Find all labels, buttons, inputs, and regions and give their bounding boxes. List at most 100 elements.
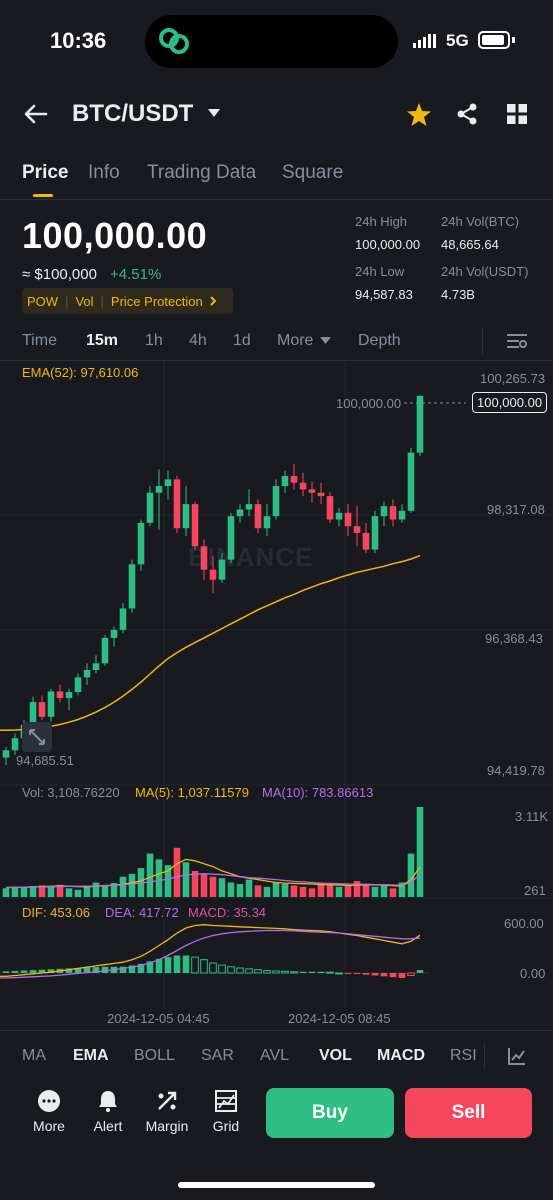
- price-axis-4: 94,419.78: [487, 763, 545, 778]
- buy-button[interactable]: Buy: [266, 1088, 394, 1138]
- candle: [47, 691, 55, 717]
- volume-bar: [11, 886, 19, 897]
- volume-bar: [2, 888, 10, 897]
- more-action[interactable]: More: [24, 1090, 74, 1134]
- tf-separator: [482, 328, 483, 354]
- share-icon[interactable]: [456, 103, 478, 125]
- pair-title[interactable]: BTC/USDT: [72, 100, 193, 128]
- last-price: 100,000.00: [22, 215, 208, 256]
- macd-bar: [191, 956, 199, 974]
- tab-info[interactable]: Info: [88, 162, 120, 184]
- app-link-icon: [159, 28, 189, 54]
- candle: [371, 516, 379, 550]
- candle: [299, 482, 307, 490]
- vol-btc-value: 48,665.64: [441, 237, 499, 252]
- macd-bar: [245, 968, 253, 974]
- macd-bar: [209, 962, 217, 974]
- volume-bar: [74, 889, 82, 897]
- macd-bar: [227, 966, 235, 974]
- macd-bar: [272, 970, 280, 974]
- kline-chart[interactable]: BINANCE: [0, 361, 553, 1030]
- volume-bar: [335, 886, 343, 897]
- battery-icon: [478, 31, 510, 49]
- expand-icon: [29, 729, 45, 745]
- ind-macd[interactable]: MACD: [377, 1047, 425, 1065]
- candle: [38, 702, 46, 717]
- tf-time[interactable]: Time: [22, 332, 57, 350]
- macd-bar: [416, 970, 424, 973]
- macd-bar: [200, 959, 208, 974]
- volume-bar: [119, 876, 127, 897]
- macd-bar: [380, 973, 388, 977]
- tf-depth[interactable]: Depth: [358, 332, 401, 350]
- macd-bar: [326, 971, 334, 974]
- candle: [209, 569, 217, 580]
- back-arrow-icon[interactable]: [24, 104, 48, 124]
- tf-15m[interactable]: 15m: [86, 332, 118, 350]
- signal-icon: [413, 34, 436, 48]
- macd-bar: [281, 970, 289, 974]
- volume-bar: [218, 878, 226, 897]
- tf-more[interactable]: More: [277, 332, 313, 350]
- sell-button[interactable]: Sell: [405, 1088, 532, 1138]
- macd-bar: [20, 970, 28, 973]
- macd-bar: [362, 973, 370, 975]
- ind-boll[interactable]: BOLL: [134, 1047, 175, 1065]
- tag-badges[interactable]: POW | Vol | Price Protection: [22, 288, 233, 314]
- ind-vol[interactable]: VOL: [319, 1047, 352, 1065]
- macd-bar: [101, 966, 109, 973]
- home-indicator: [178, 1182, 375, 1188]
- ema-line: [0, 554, 421, 731]
- dropdown-caret-icon[interactable]: [208, 109, 220, 117]
- expand-chart-button[interactable]: [22, 722, 52, 752]
- usd-value: ≈ $100,000: [22, 266, 97, 283]
- grid-icon[interactable]: [507, 104, 527, 124]
- ind-ema[interactable]: EMA: [73, 1047, 109, 1065]
- last-price-tag[interactable]: 100,000.00: [472, 392, 548, 413]
- macd-label: MACD: 35.34: [188, 905, 267, 920]
- volume-bar: [155, 859, 163, 897]
- candle: [308, 489, 316, 493]
- grid-action[interactable]: Grid: [201, 1090, 251, 1134]
- more-icon: [38, 1090, 60, 1112]
- volume-bar: [200, 873, 208, 897]
- time-axis-1: 2024-12-05 04:45: [107, 1011, 210, 1026]
- high-label: 24h High: [355, 214, 408, 229]
- candle: [362, 532, 370, 550]
- price-change: +4.51%: [110, 266, 162, 283]
- tab-price[interactable]: Price: [22, 162, 68, 184]
- ind-sar[interactable]: SAR: [201, 1047, 234, 1065]
- volume-bar: [146, 853, 154, 897]
- candle: [11, 738, 19, 751]
- candle: [218, 559, 226, 580]
- chart-settings-icon[interactable]: [507, 333, 527, 349]
- tf-1d[interactable]: 1d: [233, 332, 251, 350]
- indicator-settings-icon[interactable]: [508, 1047, 526, 1065]
- candle: [236, 509, 244, 517]
- volume-bar: [227, 882, 235, 897]
- tf-4h[interactable]: 4h: [189, 332, 207, 350]
- volume-bar: [416, 807, 424, 897]
- margin-action[interactable]: Margin: [142, 1090, 192, 1134]
- grid-label: Grid: [212, 1118, 240, 1134]
- volume-bar: [92, 882, 100, 897]
- ind-ma[interactable]: MA: [22, 1047, 46, 1065]
- more-caret-icon: [320, 337, 331, 344]
- macd-bar: [299, 971, 307, 973]
- ind-rsi[interactable]: RSI: [450, 1047, 477, 1065]
- battery-tip: [512, 37, 515, 43]
- ind-avl[interactable]: AVL: [260, 1047, 289, 1065]
- tf-1h[interactable]: 1h: [145, 332, 163, 350]
- alert-action[interactable]: Alert: [83, 1090, 133, 1134]
- vol-usdt-label: 24h Vol(USDT): [441, 264, 529, 279]
- tag-price-protection: Price Protection: [110, 293, 203, 309]
- volume-bar: [362, 883, 370, 897]
- tab-trading-data[interactable]: Trading Data: [147, 162, 256, 184]
- candle: [65, 692, 73, 699]
- star-icon[interactable]: [407, 103, 431, 126]
- tab-square[interactable]: Square: [282, 162, 343, 184]
- volume-bar: [263, 886, 271, 897]
- grid-bot-icon: [215, 1090, 237, 1112]
- volume-bar: [389, 888, 397, 897]
- candle: [74, 677, 82, 693]
